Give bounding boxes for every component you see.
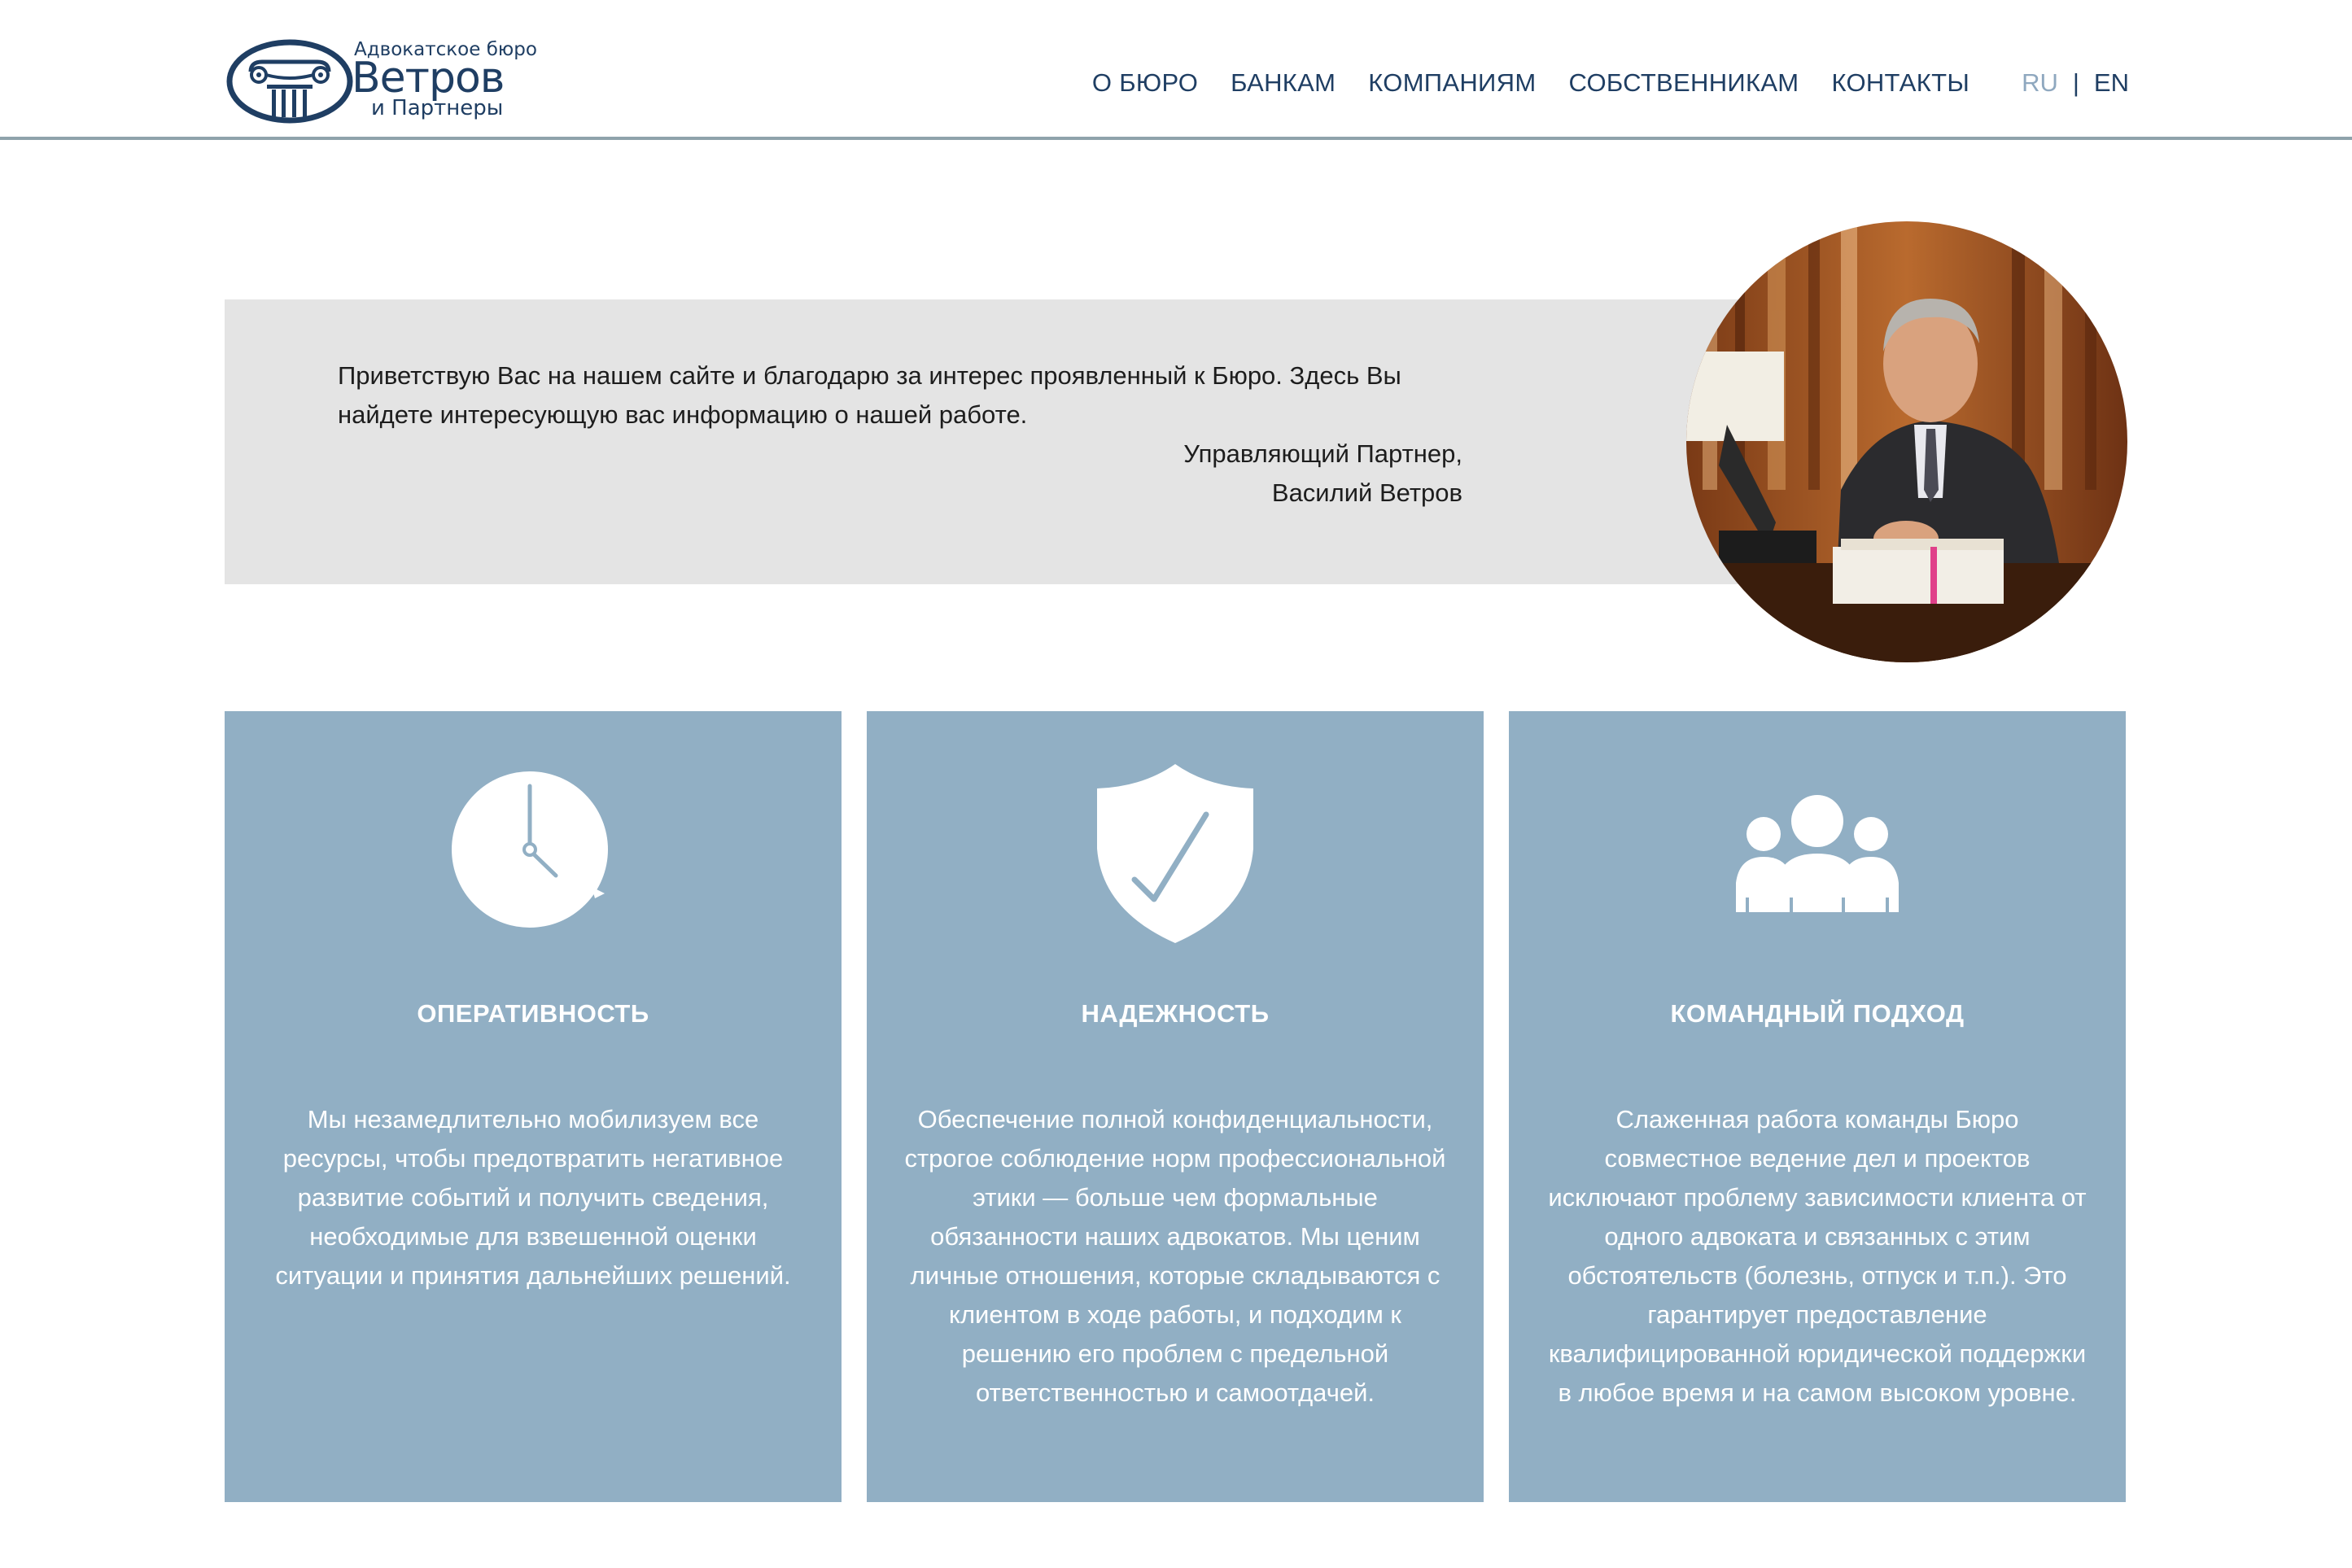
column-emblem-icon — [226, 39, 353, 124]
language-switcher: RU | EN — [2022, 68, 2129, 98]
nav-contacts[interactable]: КОНТАКТЫ — [1831, 68, 1969, 98]
lang-en[interactable]: EN — [2094, 68, 2129, 98]
clock-icon — [452, 771, 608, 928]
feature-title: КОМАНДНЫЙ ПОДХОД — [1670, 999, 1965, 1028]
portrait-image — [1686, 221, 2127, 662]
welcome-text: Приветствую Вас на нашем сайте и благода… — [338, 361, 1401, 429]
feature-title: ОПЕРАТИВНОСТЬ — [417, 999, 649, 1028]
lang-ru[interactable]: RU — [2022, 68, 2058, 98]
welcome-block: Приветствую Вас на нашем сайте и благода… — [225, 299, 1750, 584]
feature-card-speed: ОПЕРАТИВНОСТЬ Мы незамедлительно мобилиз… — [225, 711, 842, 1502]
team-icon — [1736, 795, 1899, 912]
nav-banks[interactable]: БАНКАМ — [1231, 68, 1336, 98]
signature: Управляющий Партнер, Василий Ветров — [338, 435, 1462, 513]
logo-tagline: и Партнеры — [371, 96, 504, 120]
feature-title: НАДЕЖНОСТЬ — [1081, 999, 1270, 1028]
signature-name: Василий Ветров — [1271, 478, 1462, 507]
feature-card-reliability: НАДЕЖНОСТЬ Обеспечение полной конфиденци… — [867, 711, 1484, 1502]
signature-role: Управляющий Партнер, — [1183, 439, 1462, 468]
shield-check-icon — [1097, 764, 1253, 943]
feature-card-team: КОМАНДНЫЙ ПОДХОД Слаженная работа команд… — [1509, 711, 2126, 1502]
lang-separator: | — [2072, 68, 2079, 97]
feature-text: Обеспечение полной конфиденциальности, с… — [904, 1105, 1446, 1407]
feature-text: Слаженная работа команды Бюро совместное… — [1548, 1105, 2087, 1407]
logo-name: Ветров — [352, 54, 505, 103]
nav-owners[interactable]: СОБСТВЕННИКАМ — [1568, 68, 1799, 98]
main-nav: О БЮРО БАНКАМ КОМПАНИЯМ СОБСТВЕННИКАМ КО… — [1092, 68, 2129, 98]
site-header: Адвокатское бюро Ветров и Партнеры О БЮР… — [0, 0, 2352, 140]
partner-portrait — [1686, 221, 2127, 662]
nav-companies[interactable]: КОМПАНИЯМ — [1368, 68, 1536, 98]
feature-text: Мы незамедлительно мобилизуем все ресурс… — [275, 1105, 791, 1290]
nav-about[interactable]: О БЮРО — [1092, 68, 1198, 98]
logo[interactable]: Адвокатское бюро Ветров и Партнеры — [226, 36, 537, 127]
